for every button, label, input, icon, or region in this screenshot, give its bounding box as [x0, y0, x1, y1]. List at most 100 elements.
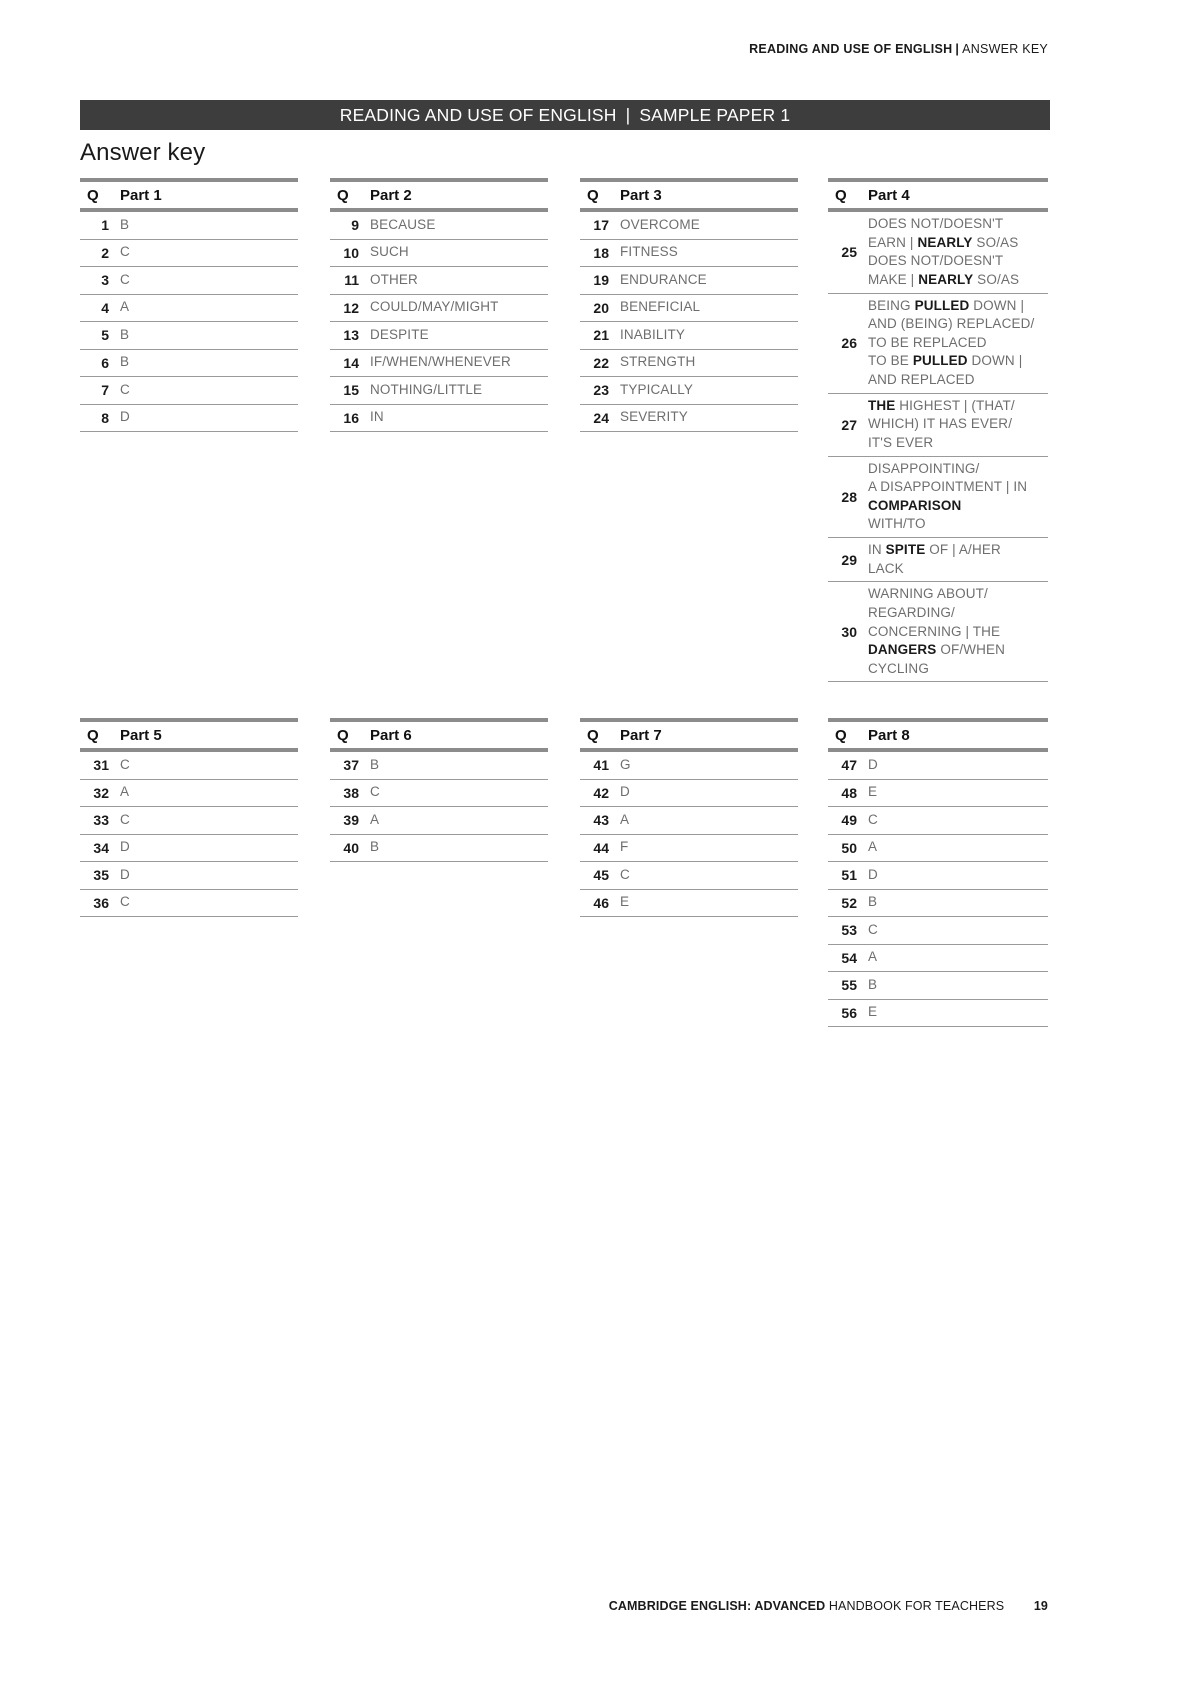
- column-header-part-title: Part 7: [620, 726, 662, 744]
- table-row: 51 D: [828, 862, 1048, 890]
- answer-value: ENDURANCE: [620, 271, 707, 287]
- answer-value: A: [620, 811, 630, 827]
- question-number: 56: [841, 1004, 857, 1021]
- table-header-part4: Q Part 4: [828, 182, 1048, 208]
- answer-value: B: [868, 976, 878, 992]
- answer-value: BECAUSE: [370, 216, 436, 232]
- column-header-question: Q: [87, 726, 99, 744]
- answer-value: C: [868, 921, 878, 937]
- table-row: 41 G: [580, 752, 798, 780]
- answer-value: FITNESS: [620, 244, 678, 260]
- question-number: 6: [101, 354, 109, 371]
- footer-title-strong: CAMBRIDGE ENGLISH: ADVANCED: [608, 1599, 826, 1613]
- table-row: 49 C: [828, 807, 1048, 835]
- question-number: 10: [343, 244, 359, 261]
- question-number: 17: [593, 217, 609, 234]
- question-number: 37: [343, 757, 359, 774]
- running-head: READING AND USE OF ENGLISH | ANSWER KEY: [749, 42, 1048, 56]
- section-banner: READING AND USE OF ENGLISH | SAMPLE PAPE…: [80, 100, 1050, 130]
- answer-table-part4: Q Part 4 25 DOES NOT/DOESN'T EARN | NEARLY S…: [828, 178, 1048, 683]
- question-number: 33: [93, 812, 109, 829]
- table-row: 44 F: [580, 835, 798, 862]
- table-row: 10 SUCH: [330, 240, 548, 267]
- answer-table-part7: Q Part 7 41 G 42 D 43 A 44 F 45 C 46 E: [580, 718, 798, 917]
- question-number: 16: [343, 409, 359, 426]
- table-row: 43 A: [580, 807, 798, 835]
- column-header-part-title: Part 5: [120, 726, 162, 744]
- question-number: 2: [101, 244, 109, 261]
- table-header-part5: Q Part 5: [80, 722, 298, 748]
- table-row: 14 IF/WHEN/WHENEVER: [330, 350, 548, 377]
- question-number: 54: [841, 949, 857, 966]
- answer-value: IN: [370, 409, 384, 425]
- table-row: 52 B: [828, 890, 1048, 917]
- banner-right-title: SAMPLE PAPER 1: [639, 104, 791, 125]
- question-number: 38: [343, 784, 359, 801]
- table-row: 12 COULD/MAY/MIGHT: [330, 295, 548, 322]
- question-number: 46: [593, 894, 609, 911]
- table-header-part7: Q Part 7: [580, 722, 798, 748]
- answer-value: C: [120, 756, 130, 772]
- question-number: 14: [343, 354, 359, 371]
- answer-value: B: [868, 894, 878, 910]
- table-row: 54 A: [828, 945, 1048, 972]
- table-row: 35 D: [80, 862, 298, 890]
- table-row: 7C: [80, 377, 298, 405]
- table-row: 31 C: [80, 752, 298, 780]
- table-row: 20 BENEFICIAL: [580, 295, 798, 322]
- table-row: 46 E: [580, 890, 798, 917]
- question-number: 21: [593, 327, 609, 344]
- table-row: 21 INABILITY: [580, 322, 798, 350]
- answer-value: SUCH: [370, 244, 409, 260]
- page-number: 19: [1033, 1599, 1048, 1613]
- table-row: 53 C: [828, 917, 1048, 945]
- question-number: 55: [841, 977, 857, 994]
- question-number: 31: [93, 757, 109, 774]
- table-row: 33 C: [80, 807, 298, 835]
- table-row: 5B: [80, 322, 298, 350]
- table-row: 22 STRENGTH: [580, 350, 798, 377]
- table-row: 11 OTHER: [330, 267, 548, 295]
- answer-value: D: [120, 409, 130, 425]
- answer-table-part5: Q Part 5 31 C 32 A 33 C 34 D 35 D 36 C: [80, 718, 298, 917]
- answer-value: E: [868, 784, 878, 800]
- answer-table-part2: Q Part 2 9 BECAUSE 10 SUCH 11 OTHER 12 COULD/MAY/…: [330, 178, 548, 432]
- question-number: 40: [343, 839, 359, 856]
- banner-separator: |: [625, 104, 631, 125]
- question-number: 26: [841, 335, 857, 352]
- table-row: 39 A: [330, 807, 548, 835]
- table-row: 28 DISAPPOINTING/A DISAPPOINTMENT | IN COM…: [828, 457, 1048, 538]
- table-row: 48 E: [828, 780, 1048, 807]
- answer-value: A: [120, 299, 130, 315]
- table-row: 8D: [80, 405, 298, 432]
- question-number: 23: [593, 382, 609, 399]
- answer-value: BENEFICIAL: [620, 299, 701, 315]
- table-row: 9 BECAUSE: [330, 212, 548, 240]
- answer-value: TYPICALLY: [620, 381, 693, 397]
- running-head-right: ANSWER KEY: [962, 42, 1048, 56]
- answer-value: C: [120, 271, 130, 287]
- answer-value: THE HIGHEST | (THAT/WHICH) IT HAS EVER/I…: [868, 397, 1015, 450]
- question-number: 50: [841, 839, 857, 856]
- answer-value: COULD/MAY/MIGHT: [370, 299, 499, 315]
- column-header-question: Q: [835, 186, 847, 204]
- table-row: 4A: [80, 295, 298, 322]
- answer-value: B: [370, 756, 380, 772]
- answer-value: INABILITY: [620, 326, 685, 342]
- answer-value: D: [868, 866, 878, 882]
- table-row: 47 D: [828, 752, 1048, 780]
- question-number: 15: [343, 382, 359, 399]
- table-row: 27 THE HIGHEST | (THAT/WHICH) IT HAS EVER…: [828, 394, 1048, 457]
- question-number: 19: [593, 272, 609, 289]
- question-number: 1: [101, 217, 109, 234]
- column-header-question: Q: [337, 186, 349, 204]
- answer-key-page: READING AND USE OF ENGLISH | ANSWER KEY RE…: [0, 0, 1200, 1697]
- answer-value: DOES NOT/DOESN'T EARN | NEARLY SO/AS DOES …: [868, 216, 1020, 287]
- answer-value: B: [120, 216, 130, 232]
- question-number: 51: [841, 867, 857, 884]
- column-header-question: Q: [587, 726, 599, 744]
- table-row: 19 ENDURANCE: [580, 267, 798, 295]
- answer-value: C: [868, 811, 878, 827]
- running-head-left: READING AND USE OF ENGLISH: [749, 42, 953, 56]
- answer-table-part6: Q Part 6 37 B 38 C 39 A 40 B: [330, 718, 548, 862]
